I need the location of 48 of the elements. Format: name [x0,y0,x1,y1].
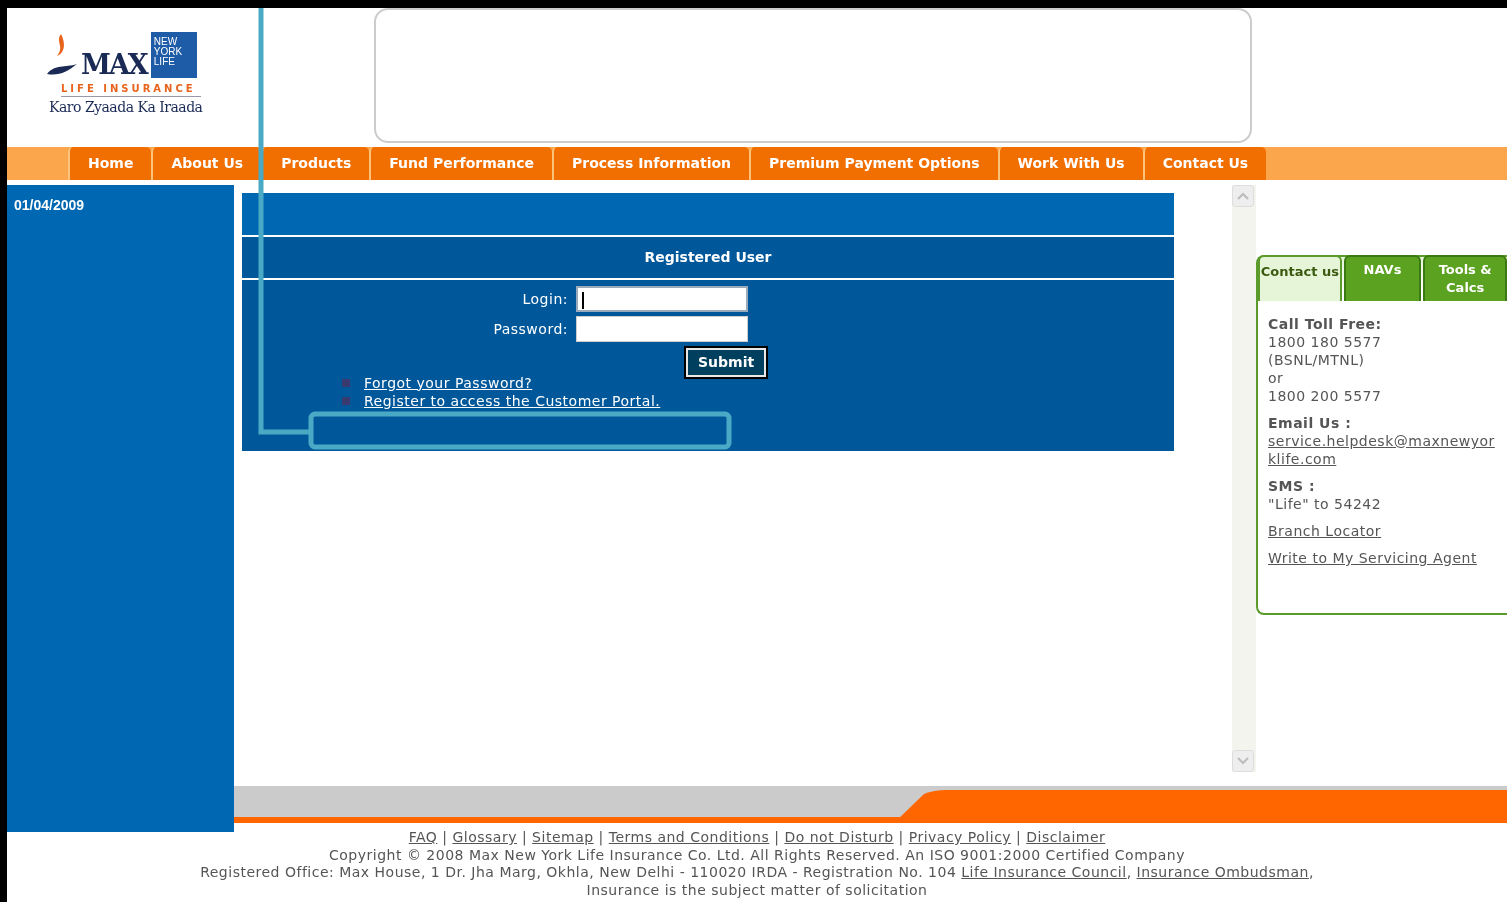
separator-text: | [598,829,604,845]
separator-text: | [521,829,528,845]
footer-link[interactable]: Terms and Conditions [608,829,770,845]
info-text: "Life" to 54242 [1268,495,1383,513]
logo-tagline: Karo Zyaada Ka Iraada [49,98,204,117]
separator-text: | [442,829,448,845]
footer-link[interactable]: Do not Disturb [784,829,894,845]
scrollbar[interactable] [1232,185,1256,772]
info-text: 1800 200 5577 [1268,387,1383,405]
footer-link[interactable]: Insurance Ombudsman [1136,864,1309,880]
separator-text: | [898,829,904,845]
info-heading: Call Toll Free: [1268,315,1383,333]
footer-link[interactable]: Glossary [452,829,517,845]
scroll-down-icon[interactable] [1232,750,1254,772]
bullet-icon [342,379,350,387]
footer-link[interactable]: Sitemap [532,829,594,845]
info-text: 1800 180 5577 [1268,333,1383,351]
separator-text: | [774,829,780,845]
footer-link[interactable]: Privacy Policy [908,829,1012,845]
login-field[interactable] [576,286,748,312]
logo-brand: MAX [81,51,147,78]
separator-text: | [1016,829,1022,845]
bullet-icon [342,397,350,405]
link[interactable]: Branch Locator [1268,522,1499,540]
field-label: Login: [521,289,568,309]
logo-subtitle: LIFE INSURANCE [61,81,201,97]
copyright-text: Copyright © 2008 Max New York Life Insurance Co. Ltd. All Rights Reserved. An ISO 9001:2000 Certified Company [328,846,1186,864]
footer-link[interactable]: FAQ [408,829,438,845]
info-heading: SMS : [1268,477,1317,495]
date-text: 01/04/2009 [14,196,86,215]
footer-link[interactable]: Disclaimer [1026,829,1106,845]
solicitation-notice: Insurance is the subject matter of solicitation [585,881,929,899]
scroll-up-icon[interactable] [1232,185,1254,207]
panel-heading: Registered User [644,248,772,267]
panel-tab[interactable]: Contact us [1258,255,1342,301]
office-text: , [1308,864,1314,880]
footer-link[interactable]: Life Insurance Council [961,864,1127,880]
logo-partner: NEW YORK LIFE [150,32,197,78]
info-text: or [1268,369,1285,387]
info-text: (BSNL/MTNL) [1268,351,1366,369]
office-text: , [1126,864,1132,880]
password-field[interactable] [576,316,748,342]
link[interactable]: Write to My Servicing Agent [1268,549,1499,567]
info-heading: Email Us : [1268,414,1353,432]
submit-button[interactable]: Submit [684,346,769,379]
office-text: Registered Office: Max House, 1 Dr. Jha Marg, Okhla, New Delhi - 110020 IRDA - Registration No. 104 [200,864,957,880]
link[interactable]: service.helpdesk@maxnewyorklife.com [1268,432,1499,468]
field-label: Password: [492,319,568,339]
